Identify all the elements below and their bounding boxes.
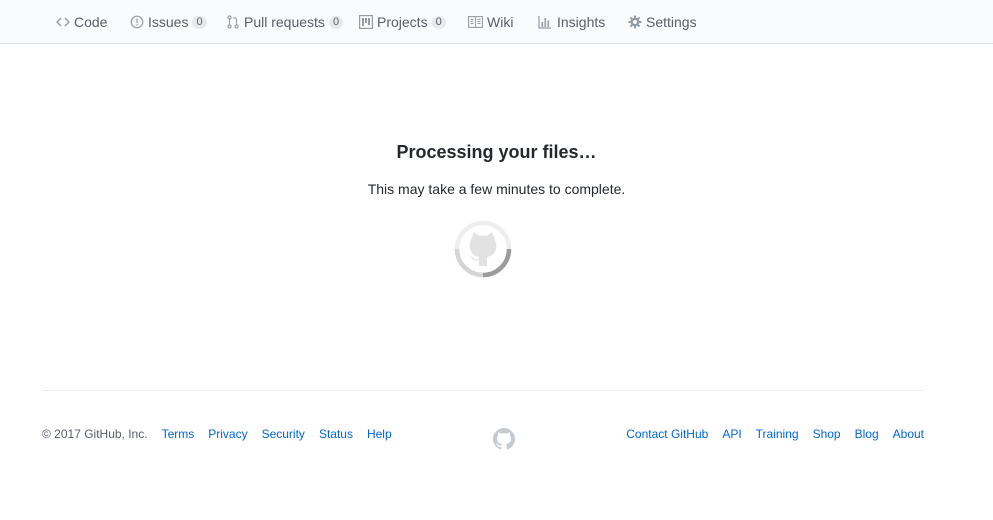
tab-issues-label: Issues	[148, 14, 189, 30]
octocat-spinner-icon	[454, 220, 512, 278]
footer-link-help[interactable]: Help	[367, 427, 392, 441]
processing-title: Processing your files…	[396, 142, 597, 162]
tab-code-label: Code	[74, 14, 108, 30]
issues-counter: 0	[192, 15, 207, 29]
tab-projects[interactable]: Projects 0	[359, 0, 446, 44]
tab-code[interactable]: Code	[56, 0, 107, 44]
footer-copyright: © 2017 GitHub, Inc.	[42, 427, 148, 441]
tab-pull-requests-label: Pull requests	[244, 14, 325, 30]
pull-requests-counter: 0	[328, 15, 344, 29]
tab-settings-label: Settings	[646, 14, 697, 30]
graph-icon	[537, 14, 553, 30]
code-icon	[56, 14, 70, 30]
tab-wiki-label: Wiki	[487, 14, 514, 30]
gear-icon	[627, 14, 642, 30]
footer-link-privacy[interactable]: Privacy	[208, 427, 247, 441]
footer-link-security[interactable]: Security	[262, 427, 305, 441]
footer-right: Contact GitHub API Training Shop Blog Ab…	[612, 427, 924, 441]
footer-link-contact[interactable]: Contact GitHub	[626, 427, 708, 441]
processing-blankslate: Processing your files… This may take a f…	[0, 140, 993, 199]
footer-link-api[interactable]: API	[722, 427, 741, 441]
github-mark-icon[interactable]	[493, 428, 515, 450]
project-icon	[359, 14, 373, 30]
pull-request-icon	[226, 14, 240, 30]
book-icon	[467, 14, 483, 30]
tab-insights[interactable]: Insights	[537, 0, 605, 44]
tab-wiki[interactable]: Wiki	[467, 0, 513, 44]
tab-issues[interactable]: Issues 0	[130, 0, 207, 44]
footer-link-training[interactable]: Training	[756, 427, 799, 441]
footer-link-shop[interactable]: Shop	[813, 427, 841, 441]
footer-left: © 2017 GitHub, Inc. Terms Privacy Securi…	[42, 427, 406, 441]
tab-projects-label: Projects	[377, 14, 428, 30]
footer-link-blog[interactable]: Blog	[855, 427, 879, 441]
footer-link-terms[interactable]: Terms	[162, 427, 195, 441]
repo-nav-tabs: Code Issues 0 Pull requests 0 Projects 0…	[0, 0, 993, 44]
footer-link-about[interactable]: About	[893, 427, 924, 441]
tab-insights-label: Insights	[557, 14, 606, 30]
tab-settings[interactable]: Settings	[627, 0, 697, 44]
processing-subtitle: This may take a few minutes to complete.	[367, 181, 626, 197]
issue-icon	[130, 14, 144, 30]
site-footer: © 2017 GitHub, Inc. Terms Privacy Securi…	[42, 390, 924, 480]
projects-counter: 0	[431, 15, 446, 29]
footer-link-status[interactable]: Status	[319, 427, 353, 441]
tab-pull-requests[interactable]: Pull requests 0	[226, 0, 344, 44]
